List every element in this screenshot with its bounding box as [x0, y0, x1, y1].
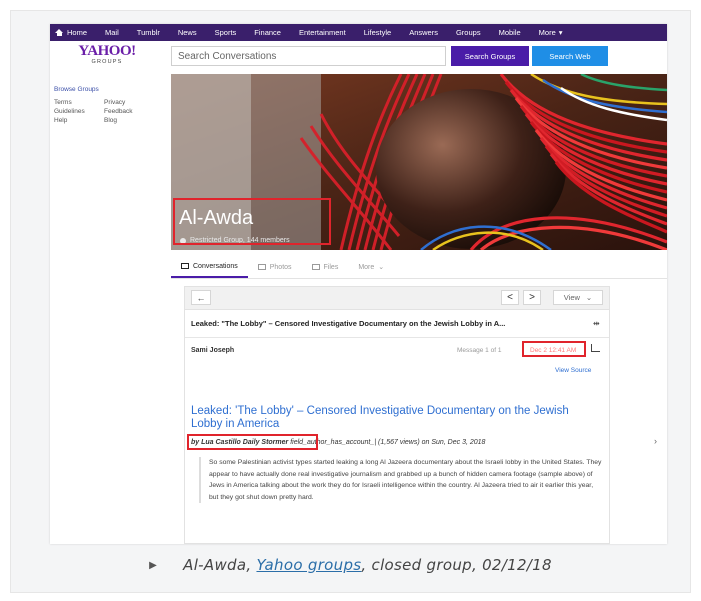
nav-item-mobile[interactable]: Mobile: [490, 28, 530, 37]
message-panel: ← < > View ⌄ Leaked: "The Lobby" – Censor…: [184, 286, 610, 544]
chevron-right-icon[interactable]: ›: [654, 436, 657, 446]
article-title[interactable]: Leaked: 'The Lobby' – Censored Investiga…: [191, 405, 601, 430]
yahoo-groups-link[interactable]: Yahoo groups: [256, 556, 361, 574]
previous-message-button[interactable]: <: [501, 290, 519, 305]
divider: [185, 337, 609, 338]
nav-item-entertainment[interactable]: Entertainment: [290, 28, 355, 37]
screenshot: Home Mail Tumblr News Sports Finance Ent…: [50, 24, 667, 544]
nav-item-mail[interactable]: Mail: [96, 28, 128, 37]
nav-item-more[interactable]: More ▾: [530, 28, 572, 37]
files-icon: [311, 264, 320, 270]
help-link[interactable]: Help: [54, 117, 104, 125]
nav-item-sports[interactable]: Sports: [206, 28, 246, 37]
share-icon[interactable]: [591, 344, 600, 352]
chevron-down-icon: ▾: [558, 28, 563, 37]
nav-item-tumblr[interactable]: Tumblr: [128, 28, 169, 37]
highlight-box-group-name: [173, 198, 331, 245]
message-author[interactable]: Sami Joseph: [191, 347, 234, 354]
tab-label: More: [358, 263, 375, 271]
nav-item-home[interactable]: Home: [50, 28, 96, 37]
terms-link[interactable]: Terms: [54, 99, 104, 107]
search-groups-button[interactable]: Search Groups: [451, 46, 529, 66]
blog-link[interactable]: Blog: [104, 117, 154, 125]
home-icon: [55, 29, 64, 36]
guidelines-link[interactable]: Guidelines: [54, 108, 104, 116]
figure-caption: ▶ Al-Awda, Yahoo groups, closed group, 02…: [0, 556, 701, 574]
byline-meta: field_author_has_account_| (1,567 views)…: [290, 439, 486, 446]
message-toolbar: ← < > View ⌄: [185, 287, 609, 310]
conversations-icon: [181, 263, 189, 269]
photos-icon: [257, 264, 266, 270]
view-label: View: [563, 293, 580, 302]
privacy-link[interactable]: Privacy: [104, 99, 154, 107]
expand-icon[interactable]: ⇹: [593, 319, 600, 328]
nav-item-lifestyle[interactable]: Lifestyle: [355, 28, 401, 37]
chevron-down-icon: ⌄: [585, 293, 593, 302]
browse-groups-link[interactable]: Browse Groups: [54, 86, 164, 93]
tab-photos[interactable]: Photos: [248, 256, 302, 278]
tab-label: Files: [323, 263, 339, 271]
search-web-button[interactable]: Search Web: [532, 46, 608, 66]
group-tabs: Conversations Photos Files More ⌄: [171, 256, 667, 279]
tab-label: Photos: [269, 263, 292, 271]
tab-label: Conversations: [193, 262, 238, 270]
nav-item-label: More: [538, 28, 556, 37]
next-message-button[interactable]: >: [523, 290, 541, 305]
nav-item-news[interactable]: News: [169, 28, 206, 37]
article-body: So some Palestinian activist types start…: [199, 457, 603, 503]
search-input[interactable]: Search Conversations: [171, 46, 446, 66]
tab-conversations[interactable]: Conversations: [171, 256, 248, 278]
top-navigation-bar: Home Mail Tumblr News Sports Finance Ent…: [50, 24, 667, 41]
message-count: Message 1 of 1: [457, 347, 502, 354]
feedback-link[interactable]: Feedback: [104, 108, 154, 116]
view-source-link[interactable]: View Source: [555, 367, 591, 374]
highlight-box-author: [187, 434, 318, 450]
caption-suffix: , closed group, 02/12/18: [361, 556, 552, 574]
nav-item-finance[interactable]: Finance: [245, 28, 290, 37]
tab-files[interactable]: Files: [302, 256, 349, 278]
nav-item-groups[interactable]: Groups: [447, 28, 490, 37]
view-dropdown[interactable]: View ⌄: [553, 290, 603, 305]
chevron-down-icon: ⌄: [378, 264, 385, 271]
logo-wordmark: YAHOO!: [78, 43, 136, 59]
left-sidebar: Browse Groups Terms Privacy Guidelines F…: [54, 86, 164, 125]
message-subject: Leaked: "The Lobby" – Censored Investiga…: [191, 319, 506, 328]
tab-more[interactable]: More ⌄: [348, 256, 394, 278]
nav-item-label: Home: [67, 28, 88, 37]
back-button[interactable]: ←: [191, 290, 211, 305]
bullet-triangle-icon: ▶: [149, 560, 158, 571]
caption-prefix: Al-Awda,: [183, 556, 257, 574]
highlight-box-date: [522, 341, 586, 357]
yahoo-groups-logo[interactable]: YAHOO! GROUPS: [72, 44, 142, 66]
footer-links: Terms Privacy Guidelines Feedback Help B…: [54, 99, 164, 125]
nav-item-answers[interactable]: Answers: [400, 28, 447, 37]
logo-subtitle: GROUPS: [91, 59, 123, 65]
